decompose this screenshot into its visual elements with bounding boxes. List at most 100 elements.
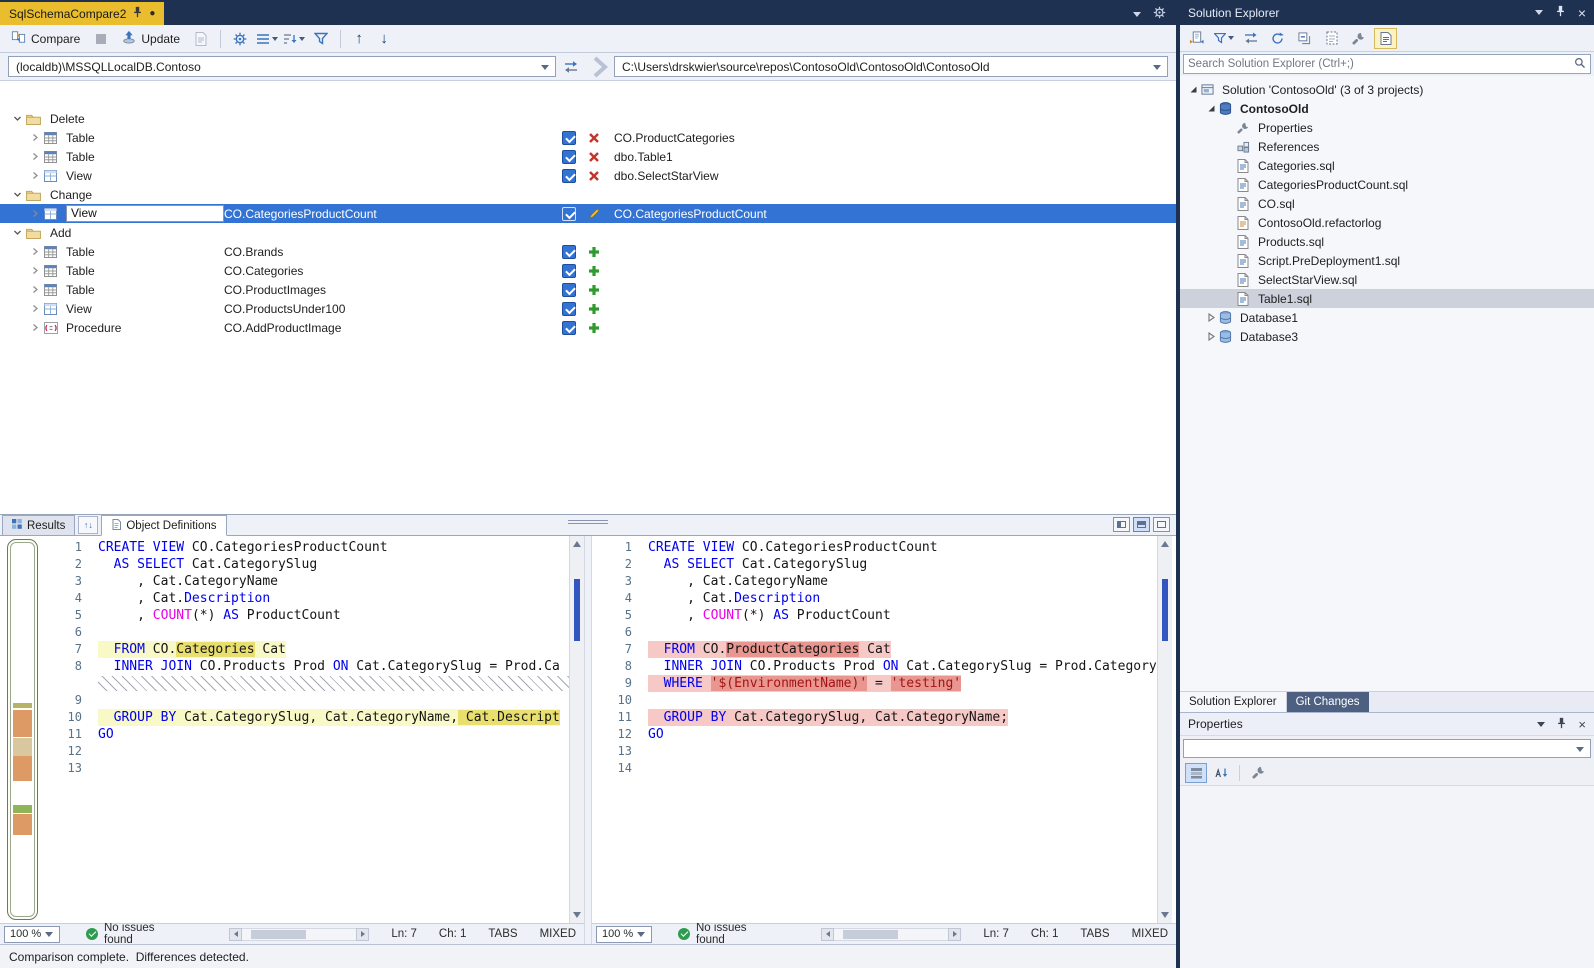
scroll-left-icon[interactable] (229, 928, 242, 941)
include-checkbox[interactable] (562, 169, 576, 183)
compare-row-co-productsunder100[interactable]: ViewCO.ProductsUnder100 (0, 299, 1176, 318)
options-gear-icon[interactable] (229, 29, 251, 49)
scroll-down-icon[interactable] (1161, 912, 1169, 918)
group-expander-icon[interactable] (8, 190, 26, 199)
tree-item-categoriesproductcount-sql[interactable]: CategoriesProductCount.sql (1180, 175, 1594, 194)
tab-results[interactable]: Results (2, 515, 75, 535)
splitter-grip[interactable] (568, 518, 608, 526)
include-checkbox[interactable] (562, 302, 576, 316)
sort-results-icon[interactable] (283, 29, 305, 49)
update-button[interactable]: Update (117, 28, 185, 49)
include-checkbox[interactable] (562, 245, 576, 259)
swap-panes-button[interactable] (1153, 517, 1170, 532)
switch-views-icon[interactable] (1239, 28, 1262, 49)
alphabetical-sort-icon[interactable] (1210, 763, 1232, 783)
editor-splitter[interactable] (584, 536, 592, 944)
compare-results-grid[interactable]: DeleteTableCO.ProductCategoriesTabledbo.… (0, 80, 1176, 514)
filter-dropdown-icon[interactable] (1212, 28, 1235, 49)
include-checkbox[interactable] (562, 264, 576, 278)
compare-row-co-categories[interactable]: TableCO.Categories (0, 261, 1176, 280)
scrollbar-thumb[interactable] (251, 930, 306, 939)
tree-item-solution-contosoold-3-of-3-projects[interactable]: Solution 'ContosoOld' (3 of 3 projects) (1180, 80, 1594, 99)
group-expander-icon[interactable] (8, 228, 26, 237)
row-expander-icon[interactable] (26, 133, 44, 142)
search-icon[interactable] (1574, 57, 1586, 72)
include-checkbox[interactable] (562, 150, 576, 164)
source-connection-combobox[interactable]: (localdb)\MSSQLLocalDB.Contoso (8, 56, 556, 77)
categorized-icon[interactable] (1185, 763, 1207, 783)
group-expander-icon[interactable] (8, 114, 26, 123)
compare-row-dbo-selectstarview[interactable]: Viewdbo.SelectStarView (0, 166, 1176, 185)
document-tab[interactable]: SqlSchemaCompare2 ● (0, 2, 164, 25)
include-checkbox[interactable] (562, 131, 576, 145)
include-checkbox[interactable] (562, 207, 576, 221)
tree-item-contosoold-refactorlog[interactable]: ContosoOld.refactorlog (1180, 213, 1594, 232)
window-menu-chevron-icon[interactable] (1537, 722, 1545, 727)
document-list-chevron-icon[interactable] (1133, 12, 1141, 17)
tree-item-database1[interactable]: Database1 (1180, 308, 1594, 327)
row-expander-icon[interactable] (26, 209, 44, 218)
diff-overview-map[interactable] (0, 536, 42, 923)
pin-icon[interactable] (1556, 5, 1565, 20)
properties-object-combobox[interactable] (1183, 739, 1591, 758)
row-expander-icon[interactable] (26, 285, 44, 294)
inline-view-button[interactable] (1133, 517, 1150, 532)
tree-item-database3[interactable]: Database3 (1180, 327, 1594, 346)
property-pages-wrench-icon[interactable] (1247, 763, 1269, 783)
compare-row-dbo-table1[interactable]: Tabledbo.Table1 (0, 147, 1176, 166)
source-definition-editor[interactable]: 1CREATE VIEW CO.CategoriesProductCount2 … (42, 536, 569, 923)
scroll-left-icon[interactable] (821, 928, 834, 941)
tree-item-properties[interactable]: Properties (1180, 118, 1594, 137)
switch-direction-button[interactable] (558, 60, 584, 74)
row-expander-icon[interactable] (26, 152, 44, 161)
tree-item-selectstarview-sql[interactable]: SelectStarView.sql (1180, 270, 1594, 289)
preview-selected-items-icon[interactable] (1374, 28, 1397, 49)
search-box[interactable] (1183, 54, 1591, 74)
side-by-side-view-button[interactable] (1113, 517, 1130, 532)
right-editor-vertical-scrollbar[interactable] (1157, 536, 1172, 923)
scroll-right-icon[interactable] (356, 928, 369, 941)
right-zoom-combobox[interactable]: 100 % (596, 926, 652, 943)
scroll-up-icon[interactable] (1161, 541, 1169, 547)
close-icon[interactable]: × (1578, 6, 1586, 20)
compare-group-change[interactable]: Change (0, 185, 1176, 204)
left-horizontal-scrollbar[interactable] (229, 928, 369, 941)
right-horizontal-scrollbar[interactable] (821, 928, 961, 941)
search-input[interactable] (1188, 58, 1574, 70)
scroll-right-icon[interactable] (948, 928, 961, 941)
tab-solution-explorer[interactable]: Solution Explorer (1180, 692, 1287, 712)
compare-group-add[interactable]: Add (0, 223, 1176, 242)
scroll-up-icon[interactable] (573, 541, 581, 547)
compare-row-co-productimages[interactable]: TableCO.ProductImages (0, 280, 1176, 299)
expand-icon[interactable] (1204, 332, 1219, 341)
include-checkbox[interactable] (562, 321, 576, 335)
include-checkbox[interactable] (562, 283, 576, 297)
tree-item-categories-sql[interactable]: Categories.sql (1180, 156, 1594, 175)
collapse-icon[interactable] (1186, 85, 1201, 94)
left-editor-vertical-scrollbar[interactable] (569, 536, 584, 923)
tree-item-table1-sql[interactable]: Table1.sql (1180, 289, 1594, 308)
collapse-icon[interactable] (1204, 104, 1219, 113)
sort-order-icon[interactable]: ↑↓ (78, 516, 98, 534)
scroll-down-icon[interactable] (573, 912, 581, 918)
target-connection-combobox[interactable]: C:\Users\drskwier\source\repos\ContosoOl… (614, 56, 1168, 77)
properties-wrench-icon[interactable] (1347, 28, 1370, 49)
row-expander-icon[interactable] (26, 323, 44, 332)
window-menu-chevron-icon[interactable] (1535, 10, 1543, 15)
refresh-icon[interactable] (1266, 28, 1289, 49)
target-definition-editor[interactable]: 1CREATE VIEW CO.CategoriesProductCount2 … (592, 536, 1157, 923)
solution-explorer-tree[interactable]: Solution 'ContosoOld' (3 of 3 projects) C… (1180, 76, 1594, 691)
window-options-gear-icon[interactable] (1153, 6, 1166, 22)
compare-row-co-categoriesproductcount[interactable]: ViewCO.CategoriesProductCountCO.Categori… (0, 204, 1176, 223)
scrollbar-thumb[interactable] (843, 930, 898, 939)
row-expander-icon[interactable] (26, 247, 44, 256)
collapse-all-icon[interactable] (1293, 28, 1316, 49)
tree-item-co-sql[interactable]: CO.sql (1180, 194, 1594, 213)
compare-button[interactable]: Compare (6, 28, 85, 49)
expand-icon[interactable] (1204, 313, 1219, 322)
left-zoom-combobox[interactable]: 100 % (4, 926, 60, 943)
compare-row-co-productcategories[interactable]: TableCO.ProductCategories (0, 128, 1176, 147)
tab-object-definitions[interactable]: Object Definitions (101, 515, 227, 536)
pin-icon[interactable] (1557, 717, 1566, 732)
row-expander-icon[interactable] (26, 171, 44, 180)
